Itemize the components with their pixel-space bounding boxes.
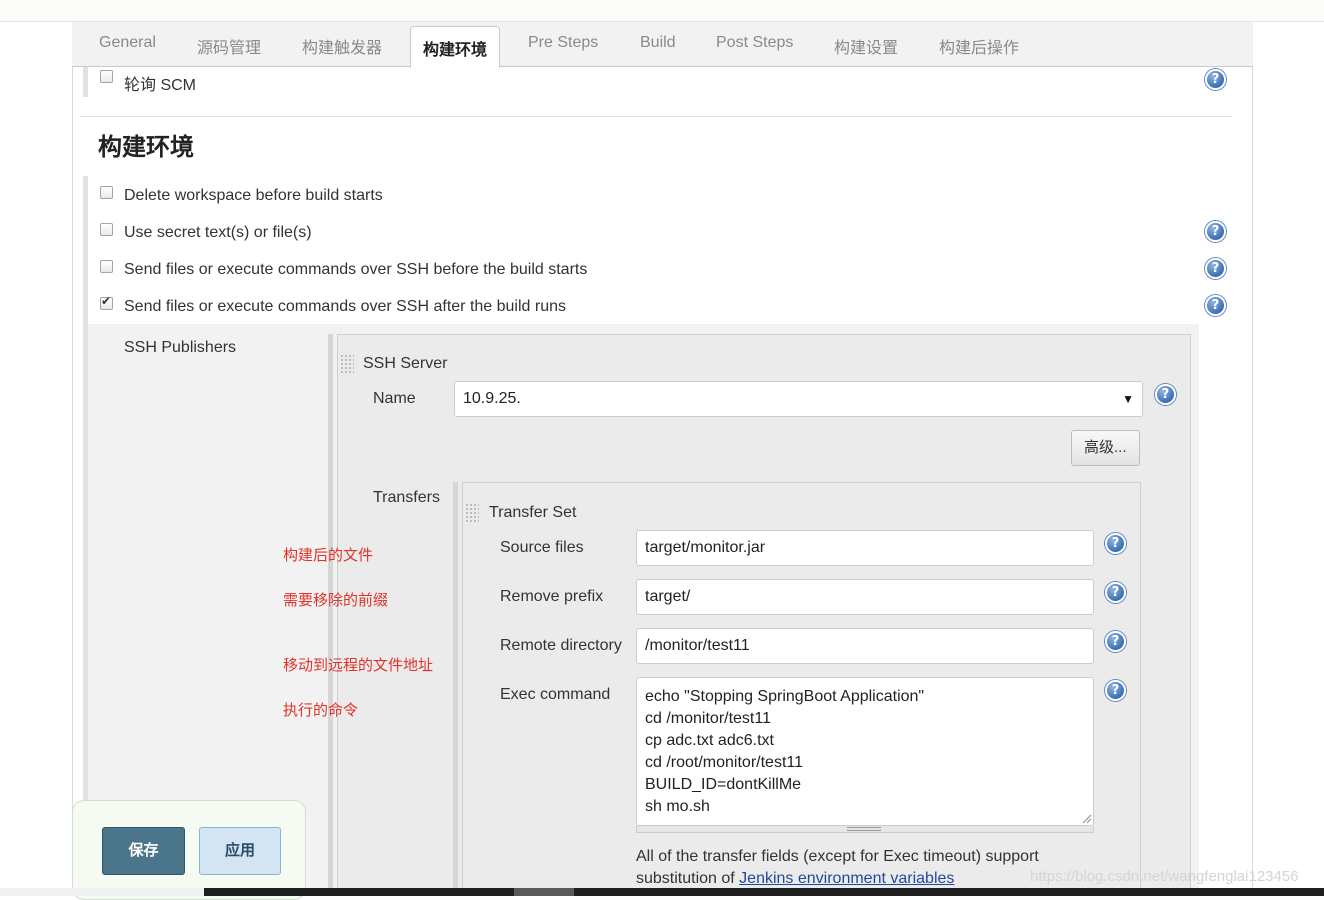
delete-workspace-label: Delete workspace before build starts [124,187,383,204]
ssh-after-checkbox[interactable] [100,294,113,310]
help-icon[interactable]: ? [1105,631,1126,652]
section-divider [80,116,1232,117]
jenkins-env-vars-link[interactable]: Jenkins environment variables [739,870,954,887]
section-title: 构建环境 [98,134,194,161]
annotation-prefix: 需要移除的前缀 [283,592,389,609]
tab-bar: General 源码管理 构建触发器 构建环境 Pre Steps Build … [72,22,1253,68]
exec-command-label: Exec command [500,686,611,703]
ssh-publishers-label: SSH Publishers [124,339,237,356]
tab-general[interactable]: General [99,34,156,52]
remote-directory-input[interactable]: /monitor/test11 [636,628,1094,664]
help-icon[interactable]: ? [1205,295,1226,316]
ssh-server-title: SSH Server [363,355,448,372]
taskbar-segment [0,888,204,896]
taskbar [0,888,1324,896]
transfer-set-title: Transfer Set [489,504,577,521]
taskbar-segment [514,888,574,896]
secret-text-checkbox[interactable] [100,223,113,236]
save-button[interactable]: 保存 [102,827,185,875]
tab-build-environment[interactable]: 构建环境 [410,26,501,68]
selected-server-value: 10.9.25. [463,390,521,407]
help-icon[interactable]: ? [1105,533,1126,554]
help-icon[interactable]: ? [1105,680,1126,701]
left-gutter [0,22,72,896]
tab-pre-steps[interactable]: Pre Steps [528,34,598,52]
poll-scm-checkbox[interactable] [100,70,113,83]
delete-workspace-checkbox[interactable] [100,186,113,199]
watermark: https://blog.csdn.net/wangfenglai123456 [1030,868,1299,885]
annotation-remote: 移动到远程的文件地址 [283,657,434,674]
name-label: Name [373,390,416,407]
textarea-expander[interactable] [636,826,1094,833]
tab-build-settings[interactable]: 构建设置 [834,34,898,58]
help-icon[interactable]: ? [1205,258,1226,279]
help-icon[interactable]: ? [1105,582,1126,603]
advanced-button[interactable]: 高级... [1071,430,1140,466]
top-strip [0,0,1324,22]
exec-command-textarea[interactable]: echo "Stopping SpringBoot Application" c… [636,677,1094,826]
source-files-label: Source files [500,539,584,556]
ssh-server-name-select[interactable]: 10.9.25. ▼ [454,381,1143,417]
apply-button[interactable]: 应用 [199,827,281,875]
ssh-before-label: Send files or execute commands over SSH … [124,261,588,278]
ssh-before-checkbox[interactable] [100,260,113,273]
transfers-indent-bar [453,482,458,896]
tab-source-management[interactable]: 源码管理 [197,34,261,58]
annotation-exec: 执行的命令 [283,702,359,719]
help-icon[interactable]: ? [1155,384,1176,405]
annotation-source: 构建后的文件 [283,547,374,564]
help-icon[interactable]: ? [1205,69,1226,90]
dropdown-arrow-icon: ▼ [1122,392,1134,406]
section-indent-bar [83,67,88,97]
tab-build-triggers[interactable]: 构建触发器 [302,34,382,58]
help-icon[interactable]: ? [1205,221,1226,242]
transfers-label: Transfers [373,489,440,506]
remote-directory-label: Remote directory [500,637,622,654]
ssh-after-label: Send files or execute commands over SSH … [124,298,566,315]
tab-post-steps[interactable]: Post Steps [716,34,793,52]
publisher-indent-bar [328,334,333,896]
remove-prefix-input[interactable]: target/ [636,579,1094,615]
resize-handle-icon[interactable] [1081,813,1092,824]
source-files-input[interactable]: target/monitor.jar [636,530,1094,566]
secret-text-label: Use secret text(s) or file(s) [124,224,312,241]
tab-build[interactable]: Build [640,34,676,52]
tab-post-build-actions[interactable]: 构建后操作 [939,34,1019,58]
drag-handle-icon[interactable] [465,503,479,523]
expander-grip-icon [847,827,881,831]
remove-prefix-label: Remove prefix [500,588,604,605]
poll-scm-label: 轮询 SCM [124,77,197,94]
drag-handle-icon[interactable] [340,354,354,374]
